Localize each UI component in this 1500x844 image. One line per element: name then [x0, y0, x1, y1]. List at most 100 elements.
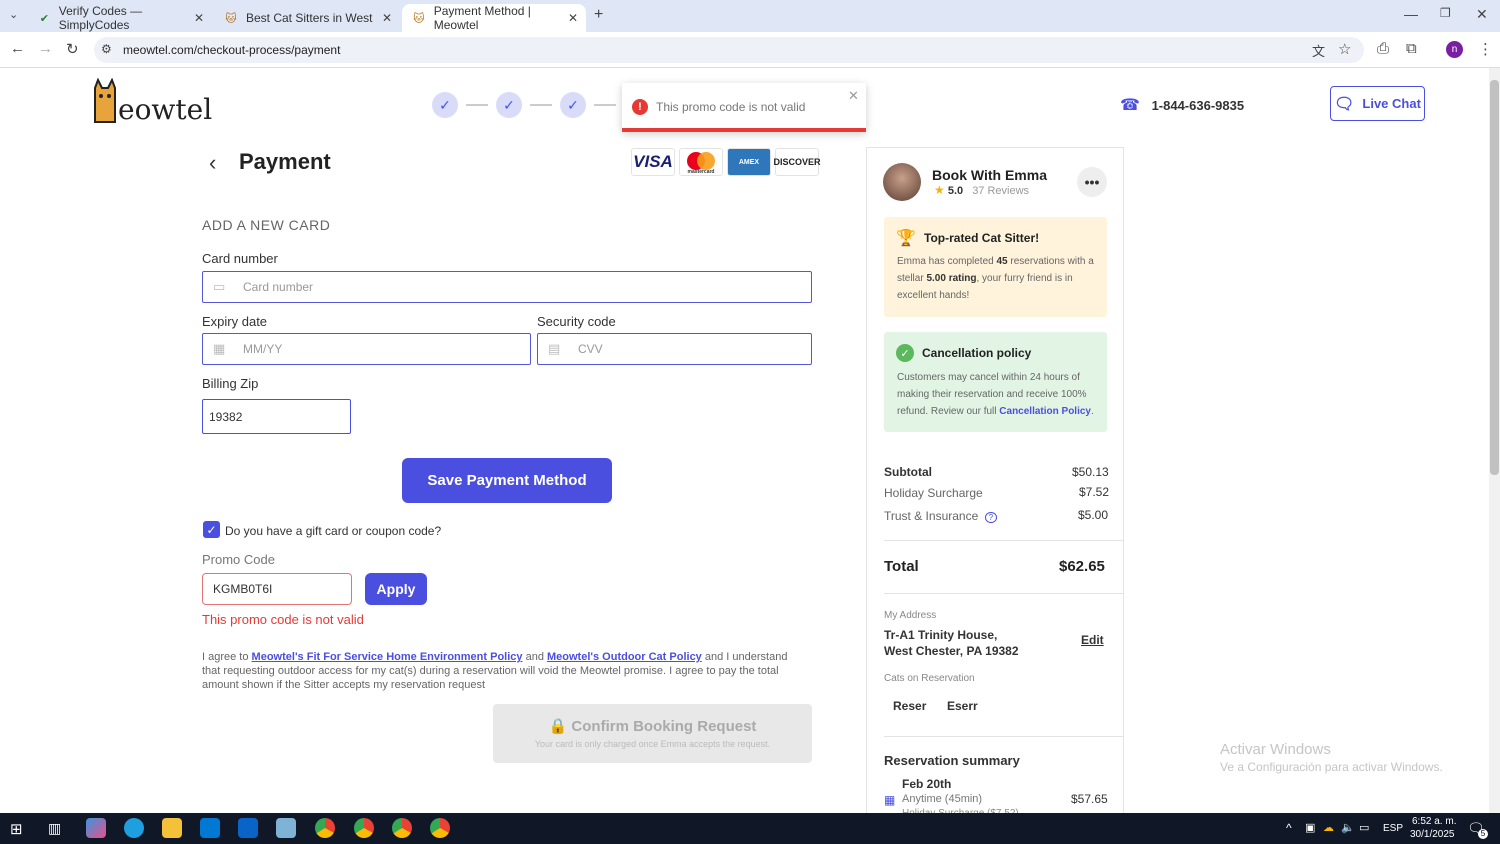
- close-tab-icon[interactable]: ✕: [382, 11, 392, 25]
- store-icon[interactable]: [200, 818, 220, 838]
- chrome-icon[interactable]: [354, 818, 374, 838]
- card-number-placeholder: Card number: [243, 280, 314, 294]
- chrome-icon[interactable]: [315, 818, 335, 838]
- reviews-link[interactable]: 37 Reviews: [972, 185, 1029, 197]
- close-tab-icon[interactable]: ✕: [568, 11, 578, 25]
- scrollbar-thumb[interactable]: [1490, 80, 1499, 475]
- gift-code-label: Do you have a gift card or coupon code?: [225, 524, 442, 538]
- tab-title: Best Cat Sitters in West Chester: [246, 11, 376, 25]
- clock-date[interactable]: 30/1/2025: [1410, 829, 1455, 840]
- total-label: Total: [884, 558, 919, 575]
- calendar-icon: ▦: [884, 793, 896, 807]
- tab-search-icon[interactable]: ⌄: [9, 8, 18, 21]
- tab-simplycodes[interactable]: ✔ Verify Codes — SimplyCodes ✕: [28, 4, 212, 32]
- confirm-label: Confirm Booking Request: [571, 718, 757, 735]
- amex-logo: AMEX: [727, 148, 771, 176]
- extensions-icon[interactable]: ⧉: [1406, 40, 1417, 57]
- cancellation-title: Cancellation policy: [922, 346, 1032, 360]
- cat-chip: Reser: [893, 699, 927, 713]
- edit-address-link[interactable]: Edit: [1081, 633, 1104, 647]
- print-icon[interactable]: ⎙: [1377, 40, 1389, 57]
- forward-icon[interactable]: →: [38, 40, 53, 57]
- cvv-card-icon: ▤: [548, 341, 561, 356]
- network-icon[interactable]: ▭: [1359, 821, 1369, 834]
- toast-close-icon[interactable]: ✕: [848, 88, 859, 104]
- outlook-icon[interactable]: [238, 818, 258, 838]
- mastercard-text: mastercard: [687, 169, 715, 175]
- phone-text: 1-844-636-9835: [1151, 98, 1245, 113]
- copilot-icon[interactable]: [86, 818, 106, 838]
- accepted-cards: VISA mastercard AMEX DISCOVER: [631, 148, 821, 176]
- cvv-placeholder: CVV: [578, 342, 603, 356]
- apply-button[interactable]: Apply: [365, 573, 427, 605]
- save-payment-button[interactable]: Save Payment Method: [402, 458, 612, 503]
- visa-logo: VISA: [631, 148, 675, 176]
- more-options-icon[interactable]: •••: [1077, 167, 1107, 197]
- check-circle-icon: ✓: [896, 344, 914, 362]
- live-chat-label: Live Chat: [1362, 96, 1421, 111]
- agree-prefix: I agree to: [202, 651, 249, 663]
- translate-icon[interactable]: 文: [1312, 41, 1325, 60]
- close-window-icon[interactable]: ✕: [1476, 6, 1488, 23]
- cancellation-text: Customers may cancel within 24 hours of …: [897, 372, 1094, 417]
- tray-onedrive-icon[interactable]: ☁: [1323, 821, 1334, 834]
- volume-icon[interactable]: 🔈: [1341, 821, 1355, 834]
- notepad-icon[interactable]: [276, 818, 296, 838]
- expiry-input[interactable]: ▦ MM/YY: [202, 333, 531, 365]
- promo-code-input[interactable]: KGMB0T6I: [202, 573, 352, 605]
- url-text[interactable]: meowtel.com/checkout-process/payment: [123, 43, 340, 57]
- edge-icon[interactable]: [124, 818, 144, 838]
- tray-app-icon[interactable]: ▣: [1305, 821, 1315, 834]
- promo-error-text: This promo code is not valid: [202, 612, 364, 627]
- step-check-icon: ✓: [432, 92, 458, 118]
- outdoor-cat-policy-link[interactable]: Meowtel's Outdoor Cat Policy: [547, 651, 702, 663]
- meowtel-favicon: 🐱: [413, 12, 425, 25]
- gift-code-checkbox[interactable]: ✓: [203, 521, 220, 538]
- back-chevron-icon[interactable]: ‹: [209, 150, 216, 176]
- phone-icon: ☎: [1120, 97, 1140, 114]
- phone-number[interactable]: ☎ 1-844-636-9835: [1120, 95, 1244, 115]
- close-tab-icon[interactable]: ✕: [194, 11, 204, 25]
- info-icon[interactable]: ?: [984, 512, 998, 523]
- meowtel-logo[interactable]: eowtel: [92, 78, 212, 126]
- calendar-icon: ▦: [213, 341, 226, 356]
- windows-start-icon[interactable]: ⊞: [10, 820, 23, 838]
- file-explorer-icon[interactable]: [162, 818, 182, 838]
- language-indicator[interactable]: ESP: [1383, 823, 1403, 834]
- chrome-icon[interactable]: [430, 818, 450, 838]
- text-part: 5.00 rating: [926, 273, 977, 284]
- divider: [884, 736, 1124, 737]
- tray-chevron-icon[interactable]: ^: [1286, 821, 1292, 835]
- error-alert-icon: !: [632, 99, 648, 115]
- site-info-icon[interactable]: ⚙: [101, 42, 112, 56]
- trust-label: Trust & Insurance: [884, 509, 979, 523]
- home-environment-policy-link[interactable]: Meowtel's Fit For Service Home Environme…: [252, 651, 523, 663]
- tab-payment[interactable]: 🐱 Payment Method | Meowtel ✕: [402, 4, 586, 32]
- address-label: My Address: [884, 610, 937, 621]
- text-part: Emma has completed: [897, 256, 994, 267]
- maximize-icon[interactable]: ❐: [1440, 6, 1451, 20]
- clock-time[interactable]: 6:52 a. m.: [1412, 816, 1456, 827]
- address-line2: West Chester, PA 19382: [884, 644, 1019, 658]
- billing-zip-input[interactable]: 19382: [202, 399, 351, 434]
- cancellation-policy-link[interactable]: Cancellation Policy: [999, 406, 1091, 417]
- chrome-icon[interactable]: [392, 818, 412, 838]
- browser-menu-icon[interactable]: ⋮: [1478, 40, 1493, 58]
- windows-taskbar: [0, 813, 1500, 844]
- new-tab-icon[interactable]: +: [594, 6, 603, 24]
- bookmark-star-icon[interactable]: ☆: [1338, 40, 1351, 58]
- cvv-input[interactable]: ▤ CVV: [537, 333, 812, 365]
- profile-avatar[interactable]: n: [1446, 41, 1463, 58]
- tab-cat-sitters[interactable]: 🐱 Best Cat Sitters in West Chester ✕: [214, 4, 400, 32]
- minimize-icon[interactable]: —: [1404, 6, 1418, 22]
- card-number-input[interactable]: ▭ Card number: [202, 271, 812, 303]
- summary-price: $57.65: [1071, 792, 1108, 806]
- task-view-icon[interactable]: ▥: [48, 820, 61, 837]
- step-divider: [530, 104, 552, 106]
- reload-icon[interactable]: ↻: [66, 40, 79, 58]
- confirm-booking-button[interactable]: 🔒 Confirm Booking Request Your card is o…: [493, 704, 812, 763]
- live-chat-button[interactable]: 🗨 Live Chat: [1330, 86, 1425, 121]
- back-icon[interactable]: ←: [10, 40, 25, 57]
- text-part: , your furry friend is in excellent hand…: [897, 273, 1073, 301]
- expiry-label: Expiry date: [202, 314, 268, 329]
